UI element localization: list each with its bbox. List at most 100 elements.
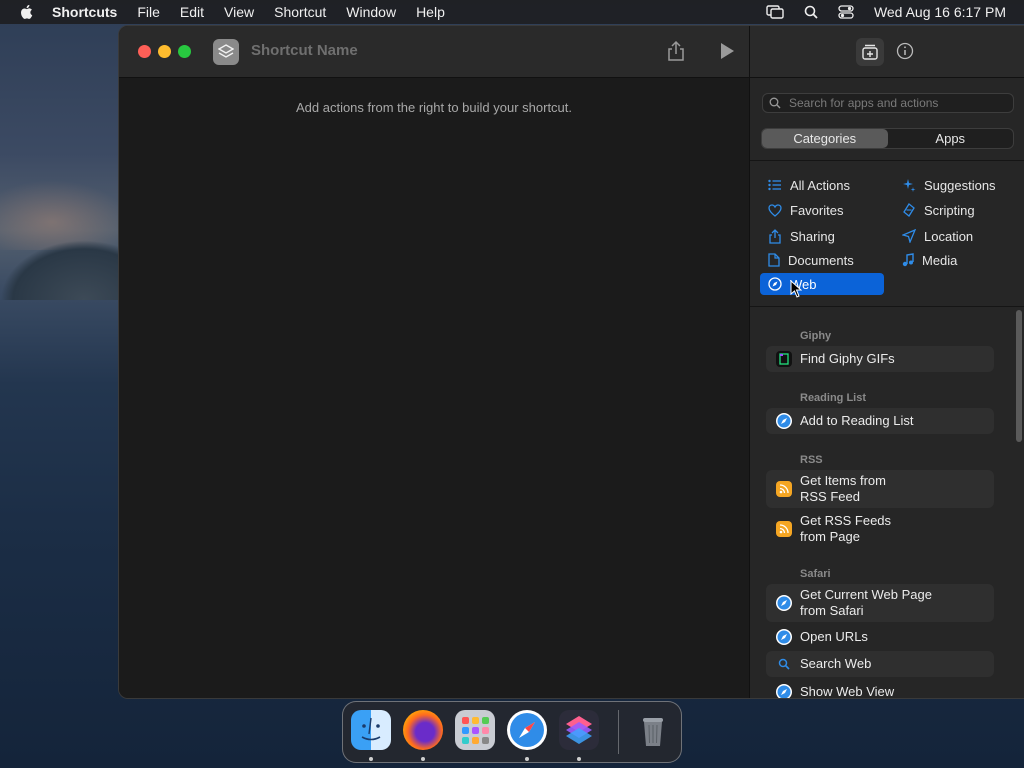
safari-icon (776, 413, 792, 429)
category-label: All Actions (790, 177, 850, 193)
scripting-icon (903, 203, 915, 217)
rss-icon (776, 521, 792, 537)
screen-mirroring-icon[interactable] (766, 5, 784, 19)
running-indicator (577, 757, 581, 761)
action-label: Find Giphy GIFs (800, 351, 895, 366)
shortcuts-layers-icon (218, 44, 234, 58)
category-label: Media (922, 252, 958, 268)
action-get-items-from-rss-feed[interactable]: Get Items from RSS Feed (766, 470, 994, 508)
safari-icon[interactable] (507, 710, 547, 750)
actions-scrollbar[interactable] (1016, 310, 1022, 442)
menu-window[interactable]: Window (346, 4, 396, 20)
compass-icon (768, 277, 782, 291)
menu-edit[interactable]: Edit (180, 4, 204, 20)
tab-categories[interactable]: Categories (762, 129, 888, 148)
menu-file[interactable]: File (137, 4, 160, 20)
giphy-icon (776, 351, 792, 367)
section-header-rss: RSS (800, 454, 823, 466)
firefox-icon[interactable] (403, 710, 443, 750)
location-arrow-icon (902, 229, 916, 243)
shortcut-icon-button[interactable] (213, 39, 239, 65)
library-segmented-control: Categories Apps (761, 128, 1014, 149)
run-play-icon[interactable] (719, 42, 735, 60)
close-window-button[interactable] (138, 45, 151, 58)
safari-icon (776, 629, 792, 645)
control-center-icon[interactable] (838, 5, 854, 19)
rss-icon (776, 481, 792, 497)
category-scripting[interactable]: Scripting (894, 199, 1018, 221)
action-search-box[interactable] (762, 93, 1014, 113)
action-label: Get Items from RSS Feed (800, 473, 886, 505)
apple-logo-icon[interactable] (18, 3, 36, 21)
category-sharing[interactable]: Sharing (760, 225, 884, 247)
category-label: Suggestions (924, 177, 996, 193)
shortcuts-window: Add actions from the right to build your… (118, 25, 1024, 699)
action-find-giphy-gifs[interactable]: Find Giphy GIFs (766, 346, 994, 372)
action-label-line: Get RSS Feeds (800, 513, 892, 528)
category-label: Location (924, 228, 974, 244)
dock-separator (618, 710, 619, 754)
action-label: Get RSS Feeds from Page (800, 513, 891, 545)
trash-icon[interactable] (633, 710, 673, 750)
search-input[interactable] (789, 96, 999, 110)
action-label: Get Current Web Page from Safari (800, 587, 932, 619)
action-label: Add to Reading List (800, 413, 914, 428)
zoom-window-button[interactable] (178, 45, 191, 58)
category-web[interactable]: Web (760, 273, 884, 295)
action-get-rss-feeds-from-page[interactable]: Get RSS Feeds from Page (766, 510, 994, 548)
action-open-urls[interactable]: Open URLs (766, 624, 994, 650)
search-icon (769, 97, 781, 109)
share-icon[interactable] (667, 40, 685, 62)
action-label-line: Get Current Web Page (800, 587, 932, 602)
action-library-button[interactable] (856, 38, 884, 66)
shortcut-name-field[interactable] (251, 42, 551, 59)
running-indicator (421, 757, 425, 761)
safari-icon (776, 595, 792, 611)
category-location[interactable]: Location (894, 225, 1018, 247)
action-label-line: RSS Feed (800, 489, 860, 504)
editor-pane: Add actions from the right to build your… (119, 26, 749, 698)
heart-icon (768, 203, 782, 217)
action-show-web-view[interactable]: Show Web View (766, 679, 994, 698)
section-header-reading-list: Reading List (800, 392, 867, 404)
safari-icon (776, 684, 792, 698)
category-label: Favorites (790, 202, 844, 218)
launchpad-icon[interactable] (455, 710, 495, 750)
sidebar-toolbar (750, 26, 1024, 78)
info-icon[interactable] (896, 42, 914, 60)
category-label: Documents (788, 252, 854, 268)
action-label-line: from Page (800, 529, 860, 544)
shortcuts-app-icon[interactable] (559, 710, 599, 750)
action-get-current-web-page[interactable]: Get Current Web Page from Safari (766, 584, 994, 622)
category-documents[interactable]: Documents (760, 249, 884, 271)
action-search-web[interactable]: Search Web (766, 651, 994, 677)
action-add-to-reading-list[interactable]: Add to Reading List (766, 408, 994, 434)
minimize-window-button[interactable] (158, 45, 171, 58)
menu-view[interactable]: View (224, 4, 254, 20)
menu-shortcut[interactable]: Shortcut (274, 4, 326, 20)
menu-clock[interactable]: Wed Aug 16 6:17 PM (874, 4, 1006, 20)
sparkle-icon (903, 179, 916, 192)
dock (342, 701, 682, 763)
menu-bar-extras: Wed Aug 16 6:17 PM (766, 0, 1006, 24)
category-label: Sharing (790, 228, 835, 244)
action-label: Search Web (800, 656, 872, 671)
empty-editor-hint: Add actions from the right to build your… (295, 100, 573, 115)
menu-help[interactable]: Help (416, 4, 445, 20)
category-media[interactable]: Media (894, 249, 1018, 271)
spotlight-search-icon[interactable] (804, 5, 818, 19)
category-all-actions[interactable]: All Actions (760, 174, 884, 196)
running-indicator (525, 757, 529, 761)
tab-apps[interactable]: Apps (888, 129, 1014, 148)
category-label: Scripting (924, 202, 975, 218)
section-header-safari: Safari (800, 568, 831, 580)
running-indicator (369, 757, 373, 761)
menu-app-name[interactable]: Shortcuts (52, 4, 117, 20)
finder-icon[interactable] (351, 710, 391, 750)
share-icon (769, 228, 781, 244)
library-add-icon (862, 44, 878, 60)
category-suggestions[interactable]: Suggestions (894, 174, 1018, 196)
category-favorites[interactable]: Favorites (760, 199, 884, 221)
action-label: Open URLs (800, 629, 868, 644)
divider (750, 306, 1024, 307)
